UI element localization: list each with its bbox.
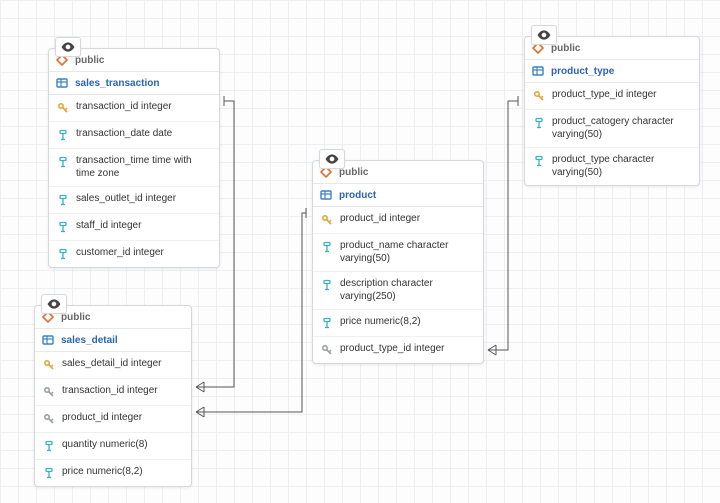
- column-row[interactable]: transaction_id integer: [35, 379, 191, 406]
- column-icon: [42, 439, 56, 453]
- column-icon: [532, 154, 546, 168]
- column-label: product_type_id integer: [340, 343, 476, 356]
- column-row[interactable]: transaction_id integer: [49, 95, 219, 122]
- erd-canvas[interactable]: public sales_transaction transaction_id …: [0, 0, 720, 503]
- table-name: product: [339, 190, 477, 201]
- column-icon: [320, 316, 334, 330]
- column-row[interactable]: staff_id integer: [49, 214, 219, 241]
- column-icon: [532, 116, 546, 130]
- column-icon: [320, 240, 334, 254]
- table-sales-transaction[interactable]: public sales_transaction transaction_id …: [48, 48, 220, 268]
- table-sales-detail[interactable]: public sales_detail sales_detail_id inte…: [34, 305, 192, 487]
- column-label: product_type_id integer: [552, 89, 692, 102]
- table-name-row: sales_detail: [35, 329, 191, 352]
- column-row[interactable]: product_name character varying(50): [313, 234, 483, 272]
- column-label: quantity numeric(8): [62, 439, 184, 452]
- column-icon: [56, 193, 70, 207]
- table-name-row: product_type: [525, 60, 699, 83]
- column-list: transaction_id integer transaction_date d…: [49, 95, 219, 267]
- column-row[interactable]: sales_outlet_id integer: [49, 187, 219, 214]
- column-label: price numeric(8,2): [340, 316, 476, 329]
- column-row[interactable]: transaction_time time with time zone: [49, 149, 219, 187]
- column-label: sales_detail_id integer: [62, 358, 184, 371]
- column-row[interactable]: customer_id integer: [49, 241, 219, 267]
- table-icon: [55, 76, 69, 90]
- schema-label: public: [551, 43, 693, 54]
- eye-icon[interactable]: [531, 25, 557, 45]
- column-label: transaction_time time with time zone: [76, 155, 212, 180]
- column-row[interactable]: price numeric(8,2): [35, 460, 191, 486]
- column-icon: [320, 278, 334, 292]
- primary-key-icon: [56, 101, 70, 115]
- column-icon: [42, 466, 56, 480]
- foreign-key-icon: [42, 385, 56, 399]
- column-label: transaction_id integer: [62, 385, 184, 398]
- column-list: sales_detail_id integer transaction_id in…: [35, 352, 191, 486]
- foreign-key-icon: [320, 343, 334, 357]
- column-icon: [56, 128, 70, 142]
- table-product[interactable]: public product product_id integerproduct…: [312, 160, 484, 364]
- schema-label: public: [339, 167, 477, 178]
- column-label: product_name character varying(50): [340, 240, 476, 265]
- column-label: sales_outlet_id integer: [76, 193, 212, 206]
- primary-key-icon: [42, 358, 56, 372]
- column-label: price numeric(8,2): [62, 466, 184, 479]
- column-label: transaction_id integer: [76, 101, 212, 114]
- column-row[interactable]: quantity numeric(8): [35, 433, 191, 460]
- schema-label: public: [61, 312, 185, 323]
- table-icon: [531, 64, 545, 78]
- column-row[interactable]: price numeric(8,2): [313, 310, 483, 337]
- primary-key-icon: [320, 213, 334, 227]
- table-name-row: sales_transaction: [49, 72, 219, 95]
- table-icon: [41, 333, 55, 347]
- column-label: transaction_date date: [76, 128, 212, 141]
- table-name: sales_detail: [61, 335, 185, 346]
- column-list: product_type_id integer product_catogery …: [525, 83, 699, 185]
- foreign-key-icon: [42, 412, 56, 426]
- column-label: customer_id integer: [76, 247, 212, 260]
- column-row[interactable]: transaction_date date: [49, 122, 219, 149]
- eye-icon[interactable]: [41, 294, 67, 314]
- column-label: product_id integer: [62, 412, 184, 425]
- table-product-type[interactable]: public product_type product_type_id inte…: [524, 36, 700, 186]
- table-name: product_type: [551, 66, 693, 77]
- column-label: product_type character varying(50): [552, 154, 692, 179]
- table-name-row: product: [313, 184, 483, 207]
- column-list: product_id integer product_name character…: [313, 207, 483, 363]
- column-row[interactable]: description character varying(250): [313, 272, 483, 310]
- schema-label: public: [75, 55, 213, 66]
- column-row[interactable]: product_type_id integer: [525, 83, 699, 110]
- column-icon: [56, 155, 70, 169]
- column-label: product_id integer: [340, 213, 476, 226]
- eye-icon[interactable]: [55, 37, 81, 57]
- column-row[interactable]: sales_detail_id integer: [35, 352, 191, 379]
- column-row[interactable]: product_id integer: [313, 207, 483, 234]
- column-icon: [56, 220, 70, 234]
- column-row[interactable]: product_type character varying(50): [525, 148, 699, 185]
- column-row[interactable]: product_type_id integer: [313, 337, 483, 363]
- table-name: sales_transaction: [75, 78, 213, 89]
- column-row[interactable]: product_catogery character varying(50): [525, 110, 699, 148]
- column-label: staff_id integer: [76, 220, 212, 233]
- column-label: description character varying(250): [340, 278, 476, 303]
- table-icon: [319, 188, 333, 202]
- primary-key-icon: [532, 89, 546, 103]
- column-row[interactable]: product_id integer: [35, 406, 191, 433]
- eye-icon[interactable]: [319, 149, 345, 169]
- column-label: product_catogery character varying(50): [552, 116, 692, 141]
- column-icon: [56, 247, 70, 261]
